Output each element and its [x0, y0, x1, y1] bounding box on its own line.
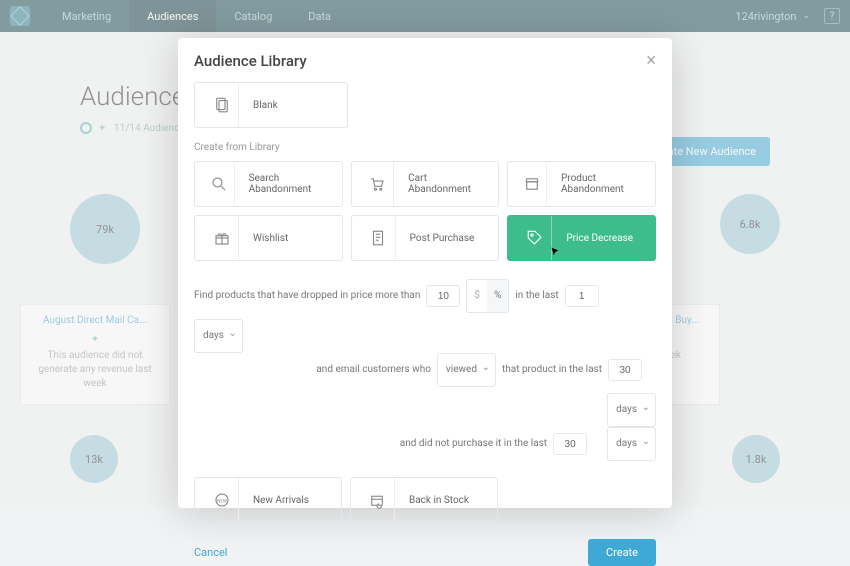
blank-doc-icon [205, 83, 239, 127]
unit-percent[interactable]: % [487, 280, 508, 312]
modal-overlay: Audience Library × Blank Create from Lib… [0, 0, 850, 508]
option-blank[interactable]: Blank [194, 82, 348, 128]
option-product-abandonment[interactable]: Product Abandonment [507, 161, 656, 207]
option-label: Search Abandonment [249, 173, 332, 195]
option-new-arrivals[interactable]: NEW New Arrivals [194, 477, 342, 523]
option-label: Cart Abandonment [408, 173, 488, 195]
option-label: Price Decrease [566, 233, 633, 244]
unit-toggle[interactable]: $ % [466, 279, 509, 313]
option-cart-abandonment[interactable]: Cart Abandonment [351, 161, 500, 207]
option-label: Product Abandonment [561, 173, 645, 195]
viewed-window-unit-select[interactable]: days [607, 393, 656, 427]
unit-dollar[interactable]: $ [467, 280, 487, 312]
option-back-in-stock[interactable]: Back in Stock [350, 477, 498, 523]
option-label: New Arrivals [253, 495, 309, 506]
config-text: and did not purchase it in the last [400, 431, 547, 457]
box-return-icon [361, 478, 395, 522]
create-button[interactable]: Create [588, 539, 656, 566]
viewed-select[interactable]: viewed [437, 353, 496, 387]
purchase-window-unit-select[interactable]: days [607, 427, 656, 461]
option-price-decrease[interactable]: Price Decrease [507, 215, 656, 261]
search-icon [205, 162, 235, 206]
viewed-window-input[interactable] [608, 359, 642, 381]
modal-title: Audience Library [194, 52, 307, 70]
cart-icon [362, 162, 394, 206]
option-post-purchase[interactable]: Post Purchase [351, 215, 500, 261]
purchase-window-input[interactable] [553, 433, 587, 455]
storefront-icon [518, 162, 547, 206]
receipt-icon [362, 216, 396, 260]
audience-library-modal: Audience Library × Blank Create from Lib… [178, 38, 672, 508]
close-icon[interactable]: × [646, 52, 656, 70]
price-tag-icon [518, 216, 552, 260]
price-window-unit-select[interactable]: days [194, 319, 243, 353]
config-text: in the last [515, 283, 558, 309]
gift-icon [205, 216, 239, 260]
option-search-abandonment[interactable]: Search Abandonment [194, 161, 343, 207]
option-label: Back in Stock [409, 495, 469, 506]
price-window-input[interactable] [565, 285, 599, 307]
option-label: Post Purchase [410, 233, 475, 244]
config-panel: Find products that have dropped in price… [194, 279, 656, 461]
cancel-button[interactable]: Cancel [194, 546, 227, 559]
price-threshold-input[interactable] [426, 285, 460, 307]
option-wishlist[interactable]: Wishlist [194, 215, 343, 261]
section-label: Create from Library [194, 142, 656, 153]
new-badge-icon: NEW [205, 478, 239, 522]
option-label: Wishlist [253, 233, 288, 244]
svg-text:NEW: NEW [217, 498, 227, 504]
option-label: Blank [253, 100, 278, 111]
config-text: and email customers who [316, 357, 431, 383]
config-text: Find products that have dropped in price… [194, 283, 420, 309]
config-text: that product in the last [502, 357, 602, 383]
